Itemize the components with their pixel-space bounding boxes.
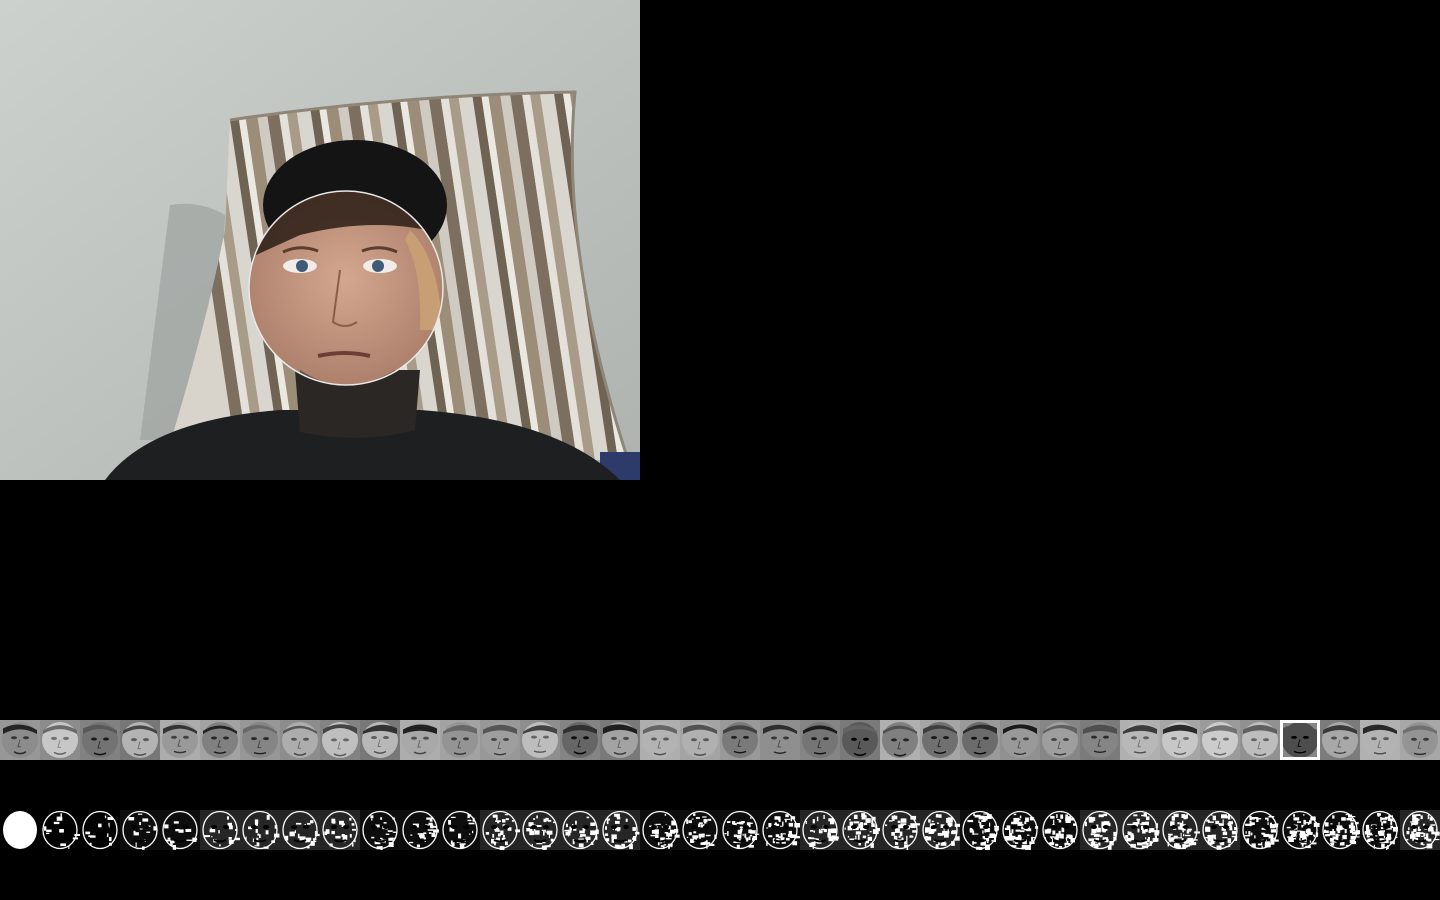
- eigenface-thumbnail: [480, 810, 520, 850]
- eigenface-thumbnail: [0, 810, 40, 850]
- eigenface-thumbnail: [960, 810, 1000, 850]
- face-thumbnail[interactable]: [1200, 720, 1240, 760]
- face-thumbnail[interactable]: [360, 720, 400, 760]
- eigenface-thumbnail: [1360, 810, 1400, 850]
- eigenface-thumbnail: [520, 810, 560, 850]
- eigenface-thumbnail: [360, 810, 400, 850]
- eigenface-thumbnail: [80, 810, 120, 850]
- face-thumbnail[interactable]: [560, 720, 600, 760]
- face-thumbnail[interactable]: [480, 720, 520, 760]
- eigenface-thumbnail: [1120, 810, 1160, 850]
- face-thumbnail[interactable]: [920, 720, 960, 760]
- training-face-strip: [0, 720, 1440, 760]
- eigenface-thumbnail: [560, 810, 600, 850]
- eigenface-thumbnail: [840, 810, 880, 850]
- eigenface-thumbnail: [40, 810, 80, 850]
- face-thumbnail[interactable]: [1400, 720, 1440, 760]
- face-thumbnail[interactable]: [120, 720, 160, 760]
- face-thumbnail[interactable]: [1080, 720, 1120, 760]
- eigenface-thumbnail: [1200, 810, 1240, 850]
- face-thumbnail[interactable]: [0, 720, 40, 760]
- camera-scene: [0, 0, 640, 480]
- face-thumbnail[interactable]: [600, 720, 640, 760]
- face-thumbnail[interactable]: [520, 720, 560, 760]
- face-thumbnail[interactable]: [200, 720, 240, 760]
- face-thumbnail[interactable]: [1160, 720, 1200, 760]
- eigenface-thumbnail: [1240, 810, 1280, 850]
- eigenface-thumbnail: [1160, 810, 1200, 850]
- eigenface-thumbnail: [760, 810, 800, 850]
- face-thumbnail[interactable]: [720, 720, 760, 760]
- eigenface-thumbnail: [1080, 810, 1120, 850]
- eigenface-thumbnail: [800, 810, 840, 850]
- eigenface-thumbnail: [1040, 810, 1080, 850]
- eigenface-thumbnail: [120, 810, 160, 850]
- face-thumbnail[interactable]: [960, 720, 1000, 760]
- face-thumbnail[interactable]: [1280, 720, 1320, 760]
- face-thumbnail[interactable]: [320, 720, 360, 760]
- face-thumbnail[interactable]: [1040, 720, 1080, 760]
- eigenface-thumbnail: [200, 810, 240, 850]
- eigenface-thumbnail: [680, 810, 720, 850]
- eigenface-thumbnail: [880, 810, 920, 850]
- face-thumbnail[interactable]: [240, 720, 280, 760]
- eigenface-thumbnail: [1320, 810, 1360, 850]
- eigenface-thumbnail: [240, 810, 280, 850]
- app-window: [0, 0, 1440, 900]
- eigenface-thumbnail: [320, 810, 360, 850]
- eigenface-thumbnail: [720, 810, 760, 850]
- face-thumbnail[interactable]: [1360, 720, 1400, 760]
- face-thumbnail[interactable]: [1240, 720, 1280, 760]
- eigenface-thumbnail: [1400, 810, 1440, 850]
- eigenface-thumbnail: [600, 810, 640, 850]
- eigenface-thumbnail: [1000, 810, 1040, 850]
- face-thumbnail[interactable]: [760, 720, 800, 760]
- face-thumbnail[interactable]: [1320, 720, 1360, 760]
- eigenface-thumbnail: [1280, 810, 1320, 850]
- face-thumbnail[interactable]: [400, 720, 440, 760]
- eigenface-thumbnail: [160, 810, 200, 850]
- face-thumbnail[interactable]: [40, 720, 80, 760]
- eigenface-thumbnail: [920, 810, 960, 850]
- face-thumbnail[interactable]: [640, 720, 680, 760]
- eigenface-thumbnail: [280, 810, 320, 850]
- face-thumbnail[interactable]: [880, 720, 920, 760]
- face-thumbnail[interactable]: [800, 720, 840, 760]
- face-thumbnail[interactable]: [80, 720, 120, 760]
- face-thumbnail[interactable]: [680, 720, 720, 760]
- face-thumbnail[interactable]: [160, 720, 200, 760]
- face-thumbnail[interactable]: [280, 720, 320, 760]
- eigenface-strip: [0, 810, 1440, 850]
- face-thumbnail[interactable]: [1120, 720, 1160, 760]
- eigenface-thumbnail: [440, 810, 480, 850]
- camera-feed: [0, 0, 640, 480]
- eigenface-thumbnail: [640, 810, 680, 850]
- face-thumbnail[interactable]: [840, 720, 880, 760]
- eigenface-thumbnail: [400, 810, 440, 850]
- face-thumbnail[interactable]: [1000, 720, 1040, 760]
- face-thumbnail[interactable]: [440, 720, 480, 760]
